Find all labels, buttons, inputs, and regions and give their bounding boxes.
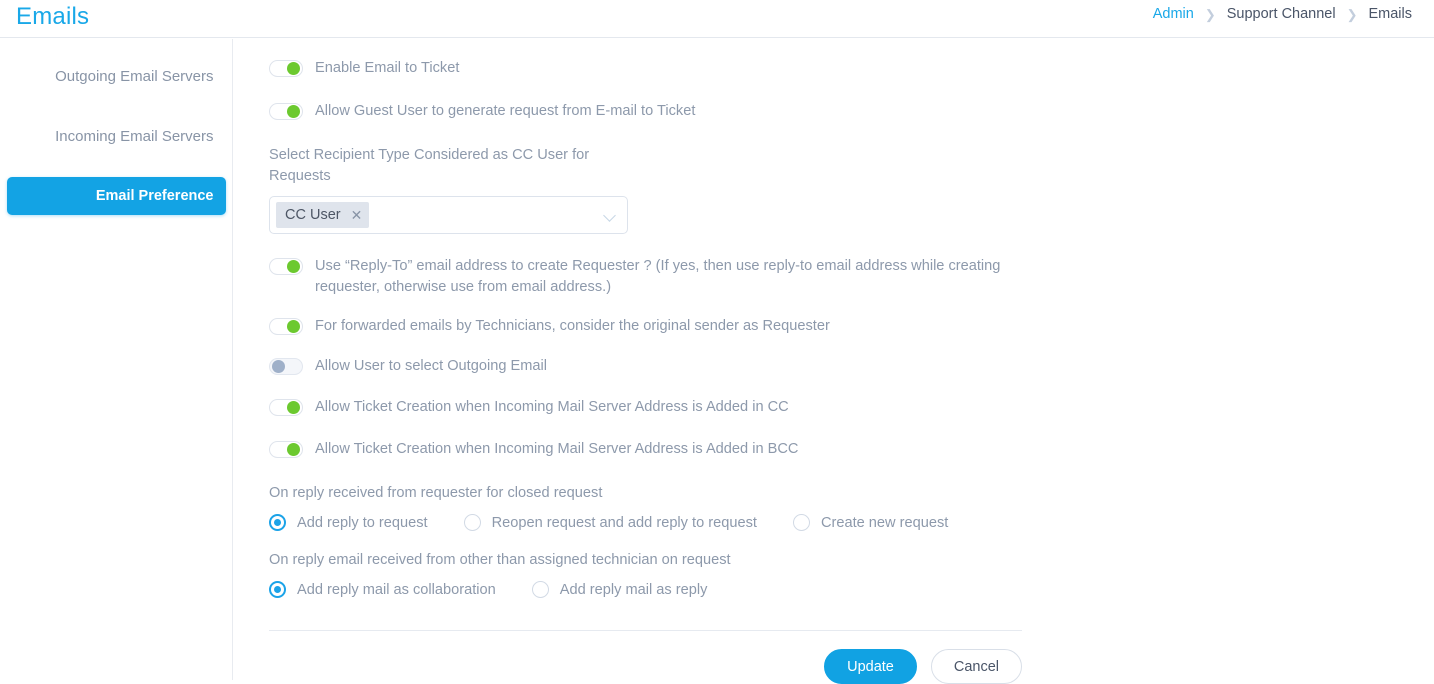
setting-row-forwarded-emails: For forwarded emails by Technicians, con… bbox=[269, 316, 1029, 337]
sidebar-item-incoming-email-servers[interactable]: Incoming Email Servers bbox=[7, 117, 226, 155]
radio-label: Create new request bbox=[820, 514, 949, 531]
sidebar-item-outgoing-email-servers[interactable]: Outgoing Email Servers bbox=[7, 57, 226, 95]
radio-group-label: On reply received from requester for clo… bbox=[269, 485, 603, 501]
recipient-type-select[interactable]: CC User ✕ bbox=[269, 196, 628, 234]
radio-button[interactable] bbox=[269, 581, 286, 598]
form-actions: Update Cancel bbox=[269, 649, 1022, 684]
radio-label: Reopen request and add reply to request bbox=[491, 514, 757, 531]
setting-row-ticket-creation-cc: Allow Ticket Creation when Incoming Mail… bbox=[269, 397, 1029, 418]
breadcrumb-item-support-channel[interactable]: Support Channel bbox=[1227, 6, 1336, 22]
radio-option-add-reply-as-collaboration[interactable]: Add reply mail as collaboration bbox=[269, 581, 496, 598]
radio-options: Add reply to request Reopen request and … bbox=[269, 514, 1029, 531]
chevron-right-icon: ❯ bbox=[1346, 6, 1358, 22]
setting-row-reply-to: Use “Reply-To” email address to create R… bbox=[269, 256, 1029, 298]
sidebar-item-label: Email Preference bbox=[95, 188, 214, 204]
toggle-knob bbox=[287, 105, 300, 118]
page-header: Emails Admin ❯ Support Channel ❯ Emails bbox=[0, 0, 1434, 38]
setting-row-enable-email-to-ticket: Enable Email to Ticket bbox=[269, 58, 1029, 79]
main-content: Enable Email to Ticket Allow Guest User … bbox=[233, 39, 1434, 684]
toggle-allow-user-select-outgoing-email[interactable] bbox=[269, 358, 303, 375]
close-icon[interactable]: ✕ bbox=[351, 208, 363, 222]
radio-option-add-reply-to-request[interactable]: Add reply to request bbox=[269, 514, 428, 531]
toggle-label: Allow Ticket Creation when Incoming Mail… bbox=[315, 399, 789, 415]
toggle-knob bbox=[287, 401, 300, 414]
radio-button[interactable] bbox=[463, 514, 481, 531]
radio-button[interactable] bbox=[792, 514, 810, 531]
chevron-right-icon: ❯ bbox=[1204, 6, 1216, 22]
radio-label: Add reply mail as reply bbox=[559, 581, 708, 598]
toggle-knob bbox=[287, 62, 300, 75]
radio-option-reopen-request[interactable]: Reopen request and add reply to request bbox=[463, 514, 757, 531]
update-button[interactable]: Update bbox=[824, 649, 917, 684]
toggle-knob bbox=[287, 443, 300, 456]
recipient-type-field: Select Recipient Type Considered as CC U… bbox=[269, 145, 1029, 234]
radio-button[interactable] bbox=[269, 514, 286, 531]
setting-row-allow-guest-user: Allow Guest User to generate request fro… bbox=[269, 101, 1029, 122]
toggle-label: Allow Ticket Creation when Incoming Mail… bbox=[315, 441, 799, 457]
chevron-down-icon[interactable] bbox=[603, 209, 616, 222]
toggle-label: Allow Guest User to generate request fro… bbox=[315, 103, 696, 119]
radio-button[interactable] bbox=[531, 581, 549, 598]
radio-options: Add reply mail as collaboration Add repl… bbox=[269, 581, 1029, 598]
radio-label: Add reply to request bbox=[297, 514, 428, 531]
toggle-knob bbox=[272, 360, 285, 373]
toggle-ticket-creation-bcc[interactable] bbox=[269, 441, 303, 458]
radio-option-add-reply-as-reply[interactable]: Add reply mail as reply bbox=[531, 581, 708, 598]
setting-row-allow-user-outgoing-email: Allow User to select Outgoing Email bbox=[269, 356, 1029, 377]
toggle-label: For forwarded emails by Technicians, con… bbox=[315, 318, 830, 334]
toggle-label: Enable Email to Ticket bbox=[315, 60, 460, 76]
setting-row-ticket-creation-bcc: Allow Ticket Creation when Incoming Mail… bbox=[269, 439, 1029, 460]
email-preference-form: Enable Email to Ticket Allow Guest User … bbox=[269, 39, 1029, 684]
toggle-label: Allow User to select Outgoing Email bbox=[315, 358, 547, 374]
radio-label: Add reply mail as collaboration bbox=[297, 581, 496, 598]
recipient-type-label: Select Recipient Type Considered as CC U… bbox=[269, 147, 590, 184]
toggle-forwarded-original-sender[interactable] bbox=[269, 318, 303, 335]
tag-cc-user[interactable]: CC User ✕ bbox=[276, 202, 370, 228]
form-divider bbox=[269, 630, 1022, 631]
toggle-label: Use “Reply-To” email address to create R… bbox=[315, 258, 1001, 295]
radio-group-label: On reply email received from other than … bbox=[269, 552, 731, 568]
sidebar-item-label: Outgoing Email Servers bbox=[55, 67, 214, 85]
breadcrumb-item-admin[interactable]: Admin bbox=[1153, 6, 1194, 22]
toggle-knob bbox=[287, 260, 300, 273]
page-title: Emails bbox=[16, 3, 90, 30]
breadcrumb-item-emails: Emails bbox=[1368, 6, 1412, 22]
radio-option-create-new-request[interactable]: Create new request bbox=[792, 514, 949, 531]
toggle-ticket-creation-cc[interactable] bbox=[269, 399, 303, 416]
toggle-knob bbox=[287, 320, 300, 333]
cancel-button[interactable]: Cancel bbox=[930, 649, 1022, 684]
sidebar: Outgoing Email Servers Incoming Email Se… bbox=[0, 39, 233, 680]
radio-group-other-technician-reply: On reply email received from other than … bbox=[269, 550, 1029, 598]
sidebar-item-label: Incoming Email Servers bbox=[55, 127, 214, 145]
toggle-use-reply-to[interactable] bbox=[269, 258, 303, 275]
toggle-enable-email-to-ticket[interactable] bbox=[269, 60, 303, 77]
breadcrumb: Admin ❯ Support Channel ❯ Emails bbox=[1153, 6, 1412, 22]
toggle-allow-guest-user[interactable] bbox=[269, 103, 303, 120]
sidebar-item-email-preference[interactable]: Email Preference bbox=[6, 177, 226, 215]
radio-group-closed-request-reply: On reply received from requester for clo… bbox=[269, 483, 1029, 531]
tag-label: CC User bbox=[285, 207, 341, 223]
